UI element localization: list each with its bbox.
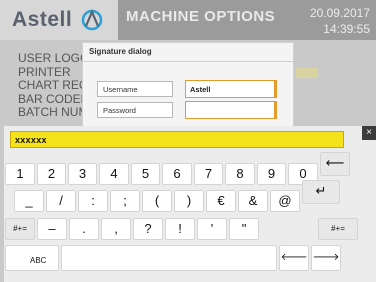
signature-dialog: Signature dialog Username Astell Passwor… <box>82 42 294 128</box>
key-euro[interactable]: € <box>206 190 236 212</box>
menu-item-user-logging[interactable]: USER LOGG <box>18 51 89 66</box>
divider <box>83 61 293 62</box>
dialog-title: Signature dialog <box>89 47 152 56</box>
key-period[interactable]: . <box>69 218 99 240</box>
key-1[interactable]: 1 <box>5 163 35 185</box>
key-4[interactable]: 4 <box>99 163 129 185</box>
key-open-paren[interactable]: ( <box>142 190 172 212</box>
key-8[interactable]: 8 <box>225 163 255 185</box>
symbols-mode-key-right[interactable]: #+= <box>318 218 358 240</box>
symbols-mode-key-left[interactable]: #+= <box>5 218 35 240</box>
key-7[interactable]: 7 <box>194 163 223 185</box>
time: 14:39:55 <box>323 22 370 36</box>
key-at[interactable]: @ <box>270 190 300 212</box>
datetime: 20.09.2017 14:39:55 <box>310 5 370 37</box>
key-semicolon[interactable]: ; <box>110 190 140 212</box>
key-close-paren[interactable]: ) <box>174 190 204 212</box>
username-label: Username <box>97 81 173 97</box>
backspace-key[interactable]: ⟵ <box>320 152 350 176</box>
key-question[interactable]: ? <box>133 218 163 240</box>
menu-item-bar-coder[interactable]: BAR CODER <box>18 92 89 107</box>
logo-text: Astell <box>12 8 73 31</box>
key-2[interactable]: 2 <box>37 163 66 185</box>
menu-item-chart-recorder[interactable]: CHART REC <box>18 78 89 93</box>
keyboard-entry-field[interactable]: xxxxxx <box>10 131 344 148</box>
arrow-left-icon[interactable]: 🡐 <box>279 245 309 271</box>
enter-key[interactable]: ↵ <box>302 180 340 204</box>
key-colon[interactable]: : <box>78 190 108 212</box>
key-apostrophe[interactable]: ' <box>197 218 227 240</box>
page-title: MACHINE OPTIONS <box>126 8 276 25</box>
date: 20.09.2017 <box>309 6 370 20</box>
close-icon[interactable]: × <box>362 126 376 140</box>
key-ampersand[interactable]: & <box>238 190 268 212</box>
key-dash[interactable]: – <box>37 218 67 240</box>
background-highlight <box>296 68 318 78</box>
logo: Astell <box>0 0 118 40</box>
key-slash[interactable]: / <box>46 190 76 212</box>
menu-item-batch-number[interactable]: BATCH NUM <box>18 105 89 120</box>
key-underscore[interactable]: _ <box>14 190 44 212</box>
options-menu: USER LOGG PRINTER CHART REC BAR CODER BA… <box>18 51 89 120</box>
abc-mode-key[interactable]: ABC <box>5 245 59 271</box>
key-5[interactable]: 5 <box>131 163 160 185</box>
password-label: Password <box>97 102 173 118</box>
arrow-right-icon[interactable]: 🡒 <box>311 245 341 271</box>
key-6[interactable]: 6 <box>162 163 192 185</box>
key-9[interactable]: 9 <box>257 163 286 185</box>
menu-item-printer[interactable]: PRINTER <box>18 65 89 80</box>
password-field[interactable] <box>185 101 277 119</box>
key-comma[interactable]: , <box>101 218 131 240</box>
key-exclamation[interactable]: ! <box>165 218 195 240</box>
key-quote[interactable]: " <box>229 218 259 240</box>
username-field[interactable]: Astell <box>185 80 277 98</box>
key-3[interactable]: 3 <box>68 163 97 185</box>
space-key[interactable] <box>61 245 277 271</box>
logo-mark-icon <box>81 9 103 31</box>
